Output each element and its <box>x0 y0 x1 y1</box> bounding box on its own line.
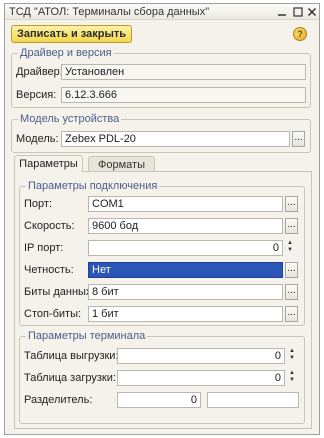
device-model-group-title: Модель устройства <box>18 113 122 125</box>
parity-label: Четность: <box>24 264 74 276</box>
driver-version-group-title: Драйвер и версия <box>18 47 114 59</box>
stop-bits-field[interactable]: 1 бит <box>88 306 283 322</box>
data-bits-select-button[interactable]: ... <box>285 284 298 300</box>
spin-up-icon[interactable]: ▲ <box>285 240 295 247</box>
maximize-icon[interactable] <box>291 5 305 18</box>
terminal-settings-window: ТСД "АТОЛ: Терминалы сбора данных" Запис… <box>4 3 320 435</box>
parity-field[interactable]: Нет <box>88 262 283 278</box>
connection-params-group: Параметры подключения Порт: COM1 ... Ско… <box>19 180 305 326</box>
window-title: ТСД "АТОЛ: Терминалы сбора данных" <box>9 6 210 18</box>
port-select-button[interactable]: ... <box>285 196 298 212</box>
spin-down-icon[interactable]: ▼ <box>285 247 295 254</box>
terminal-params-group: Параметры терминала Таблица выгрузки: 0 … <box>19 330 305 424</box>
stop-bits-label: Стоп-биты: <box>24 308 82 320</box>
spin-down-icon[interactable]: ▼ <box>287 377 297 384</box>
port-label: Порт: <box>24 198 52 210</box>
version-label: Версия: <box>16 89 57 101</box>
spin-up-icon[interactable]: ▲ <box>287 370 297 377</box>
upload-table-field[interactable]: 0 <box>117 348 285 364</box>
download-table-label: Таблица загрузки: <box>24 372 116 384</box>
port-field[interactable]: COM1 <box>88 196 283 212</box>
connection-params-group-title: Параметры подключения <box>26 180 160 192</box>
driver-version-group: Драйвер и версия Драйвер: Установлен Вер… <box>11 47 311 108</box>
tab-formats[interactable]: Форматы <box>88 156 155 172</box>
model-select-button[interactable]: ... <box>292 131 305 147</box>
data-bits-field[interactable]: 8 бит <box>88 284 283 300</box>
help-icon[interactable]: ? <box>293 27 307 41</box>
upload-table-spinner[interactable]: ▲ ▼ <box>287 348 297 364</box>
parameters-tab-panel: Параметры подключения Порт: COM1 ... Ско… <box>14 171 312 429</box>
ip-port-field[interactable]: 0 <box>88 240 283 256</box>
separator-text-field[interactable] <box>207 392 299 408</box>
device-model-group: Модель устройства Модель: Zebex PDL-20 .… <box>11 113 311 153</box>
driver-label: Драйвер: <box>16 66 63 78</box>
parity-select-button[interactable]: ... <box>285 262 298 278</box>
speed-select-button[interactable]: ... <box>285 218 298 234</box>
terminal-params-group-title: Параметры терминала <box>26 330 148 342</box>
minimize-icon[interactable] <box>275 5 289 18</box>
stop-bits-select-button[interactable]: ... <box>285 306 298 322</box>
version-field[interactable]: 6.12.3.666 <box>61 87 306 103</box>
download-table-field[interactable]: 0 <box>117 370 285 386</box>
title-bar: ТСД "АТОЛ: Терминалы сбора данных" <box>5 4 319 20</box>
model-label: Модель: <box>16 133 59 145</box>
driver-field[interactable]: Установлен <box>61 64 306 80</box>
tab-parameters[interactable]: Параметры <box>14 155 83 172</box>
close-icon[interactable] <box>305 5 319 18</box>
spin-down-icon[interactable]: ▼ <box>287 355 297 362</box>
spin-up-icon[interactable]: ▲ <box>287 348 297 355</box>
separator-code-field[interactable]: 0 <box>117 392 201 408</box>
speed-label: Скорость: <box>24 220 75 232</box>
download-table-spinner[interactable]: ▲ ▼ <box>287 370 297 386</box>
ip-port-label: IP порт: <box>24 242 64 254</box>
data-bits-label: Биты данных: <box>24 286 95 298</box>
speed-field[interactable]: 9600 бод <box>88 218 283 234</box>
separator-label: Разделитель: <box>24 394 93 406</box>
upload-table-label: Таблица выгрузки: <box>24 350 119 362</box>
ip-port-spinner[interactable]: ▲ ▼ <box>285 240 295 256</box>
model-field[interactable]: Zebex PDL-20 <box>61 131 290 147</box>
save-and-close-button[interactable]: Записать и закрыть <box>11 25 132 43</box>
